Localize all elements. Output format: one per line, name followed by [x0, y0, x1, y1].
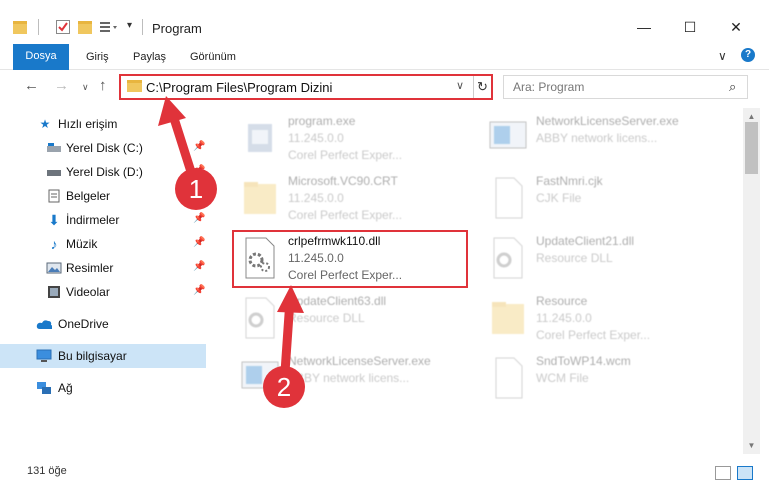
annotation-arrows	[158, 96, 304, 377]
step-badge-2: 2	[263, 366, 305, 408]
step-badge-1: 1	[175, 168, 217, 210]
